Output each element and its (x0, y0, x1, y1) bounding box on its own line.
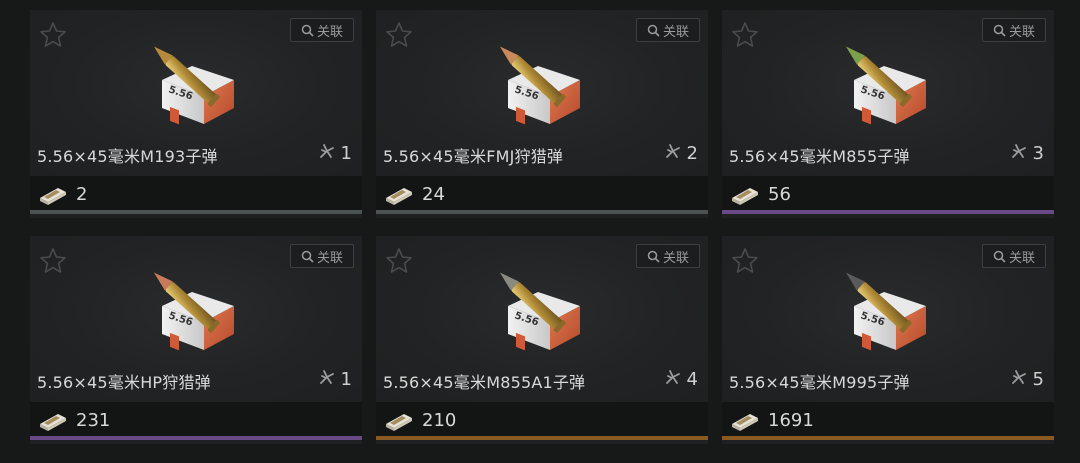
item-name: 5.56×45毫米FMJ狩猎弹 (383, 147, 564, 166)
armor-pen-icon (1010, 142, 1028, 165)
tier-value: 1 (340, 369, 352, 390)
relate-label: 关联 (662, 24, 689, 40)
card-bottom: 56 (722, 176, 1054, 214)
rarity-bar (376, 436, 708, 440)
star-outline-icon[interactable] (730, 246, 760, 276)
ammo-box-icon: 5.56 (498, 40, 594, 132)
relate-button[interactable]: 关联 (290, 244, 354, 268)
tier-value: 2 (686, 143, 698, 164)
star-outline-icon[interactable] (38, 246, 68, 276)
relate-label: 关联 (1008, 250, 1035, 266)
cash-stack-icon (384, 410, 414, 432)
cash-stack-icon (38, 184, 68, 206)
armor-pen-icon (664, 142, 682, 165)
search-icon (647, 24, 660, 37)
search-icon (993, 250, 1006, 263)
armor-pen-icon (318, 142, 336, 165)
tier-value: 5 (1032, 369, 1044, 390)
item-card[interactable]: 关联 5.56 5.56×45毫米M193子弹 1 2 (30, 10, 362, 218)
cash-stack-icon (384, 184, 414, 206)
cash-stack-icon (38, 410, 68, 432)
price: 231 (76, 410, 111, 431)
search-icon (301, 24, 314, 37)
relate-label: 关联 (316, 250, 343, 266)
star-outline-icon[interactable] (384, 246, 414, 276)
star-outline-icon[interactable] (38, 20, 68, 50)
item-grid: 关联 5.56 5.56×45毫米M193子弹 1 2 关联 5.56 5.56… (0, 0, 1080, 463)
price: 210 (422, 410, 457, 431)
rarity-bar (376, 210, 708, 214)
ammo-box-icon: 5.56 (152, 40, 248, 132)
ammo-box-icon: 5.56 (844, 40, 940, 132)
tier-indicator: 2 (664, 142, 698, 165)
rarity-bar (30, 436, 362, 440)
tier-indicator: 1 (318, 142, 352, 165)
item-card[interactable]: 关联 5.56 5.56×45毫米FMJ狩猎弹 2 24 (376, 10, 708, 218)
search-icon (647, 250, 660, 263)
star-outline-icon[interactable] (384, 20, 414, 50)
price: 24 (422, 184, 445, 205)
search-icon (301, 250, 314, 263)
relate-label: 关联 (316, 24, 343, 40)
cash-stack-icon (730, 410, 760, 432)
ammo-box-icon: 5.56 (844, 266, 940, 358)
item-card[interactable]: 关联 5.56 5.56×45毫米HP狩猎弹 1 231 (30, 236, 362, 444)
item-name: 5.56×45毫米M995子弹 (729, 373, 910, 392)
item-name: 5.56×45毫米M193子弹 (37, 147, 218, 166)
rarity-bar (722, 210, 1054, 214)
cash-stack-icon (730, 184, 760, 206)
relate-label: 关联 (662, 250, 689, 266)
armor-pen-icon (318, 368, 336, 391)
tier-indicator: 5 (1010, 368, 1044, 391)
item-name: 5.56×45毫米HP狩猎弹 (37, 373, 211, 392)
relate-button[interactable]: 关联 (290, 18, 354, 42)
tier-indicator: 1 (318, 368, 352, 391)
ammo-box-icon: 5.56 (152, 266, 248, 358)
price: 2 (76, 184, 88, 205)
ammo-box-icon: 5.56 (498, 266, 594, 358)
relate-button[interactable]: 关联 (982, 244, 1046, 268)
card-bottom: 1691 (722, 402, 1054, 440)
rarity-bar (30, 210, 362, 214)
star-outline-icon[interactable] (730, 20, 760, 50)
tier-value: 4 (686, 369, 698, 390)
rarity-bar (722, 436, 1054, 440)
relate-button[interactable]: 关联 (982, 18, 1046, 42)
relate-button[interactable]: 关联 (636, 18, 700, 42)
item-card[interactable]: 关联 5.56 5.56×45毫米M855子弹 3 56 (722, 10, 1054, 218)
relate-label: 关联 (1008, 24, 1035, 40)
card-bottom: 2 (30, 176, 362, 214)
tier-value: 3 (1032, 143, 1044, 164)
item-card[interactable]: 关联 5.56 5.56×45毫米M995子弹 5 1691 (722, 236, 1054, 444)
item-card[interactable]: 关联 5.56 5.56×45毫米M855A1子弹 4 210 (376, 236, 708, 444)
price: 1691 (768, 410, 814, 431)
relate-button[interactable]: 关联 (636, 244, 700, 268)
search-icon (993, 24, 1006, 37)
item-name: 5.56×45毫米M855子弹 (729, 147, 910, 166)
card-bottom: 210 (376, 402, 708, 440)
armor-pen-icon (1010, 368, 1028, 391)
card-bottom: 24 (376, 176, 708, 214)
armor-pen-icon (664, 368, 682, 391)
tier-indicator: 4 (664, 368, 698, 391)
tier-indicator: 3 (1010, 142, 1044, 165)
card-bottom: 231 (30, 402, 362, 440)
item-name: 5.56×45毫米M855A1子弹 (383, 373, 586, 392)
tier-value: 1 (340, 143, 352, 164)
price: 56 (768, 184, 791, 205)
